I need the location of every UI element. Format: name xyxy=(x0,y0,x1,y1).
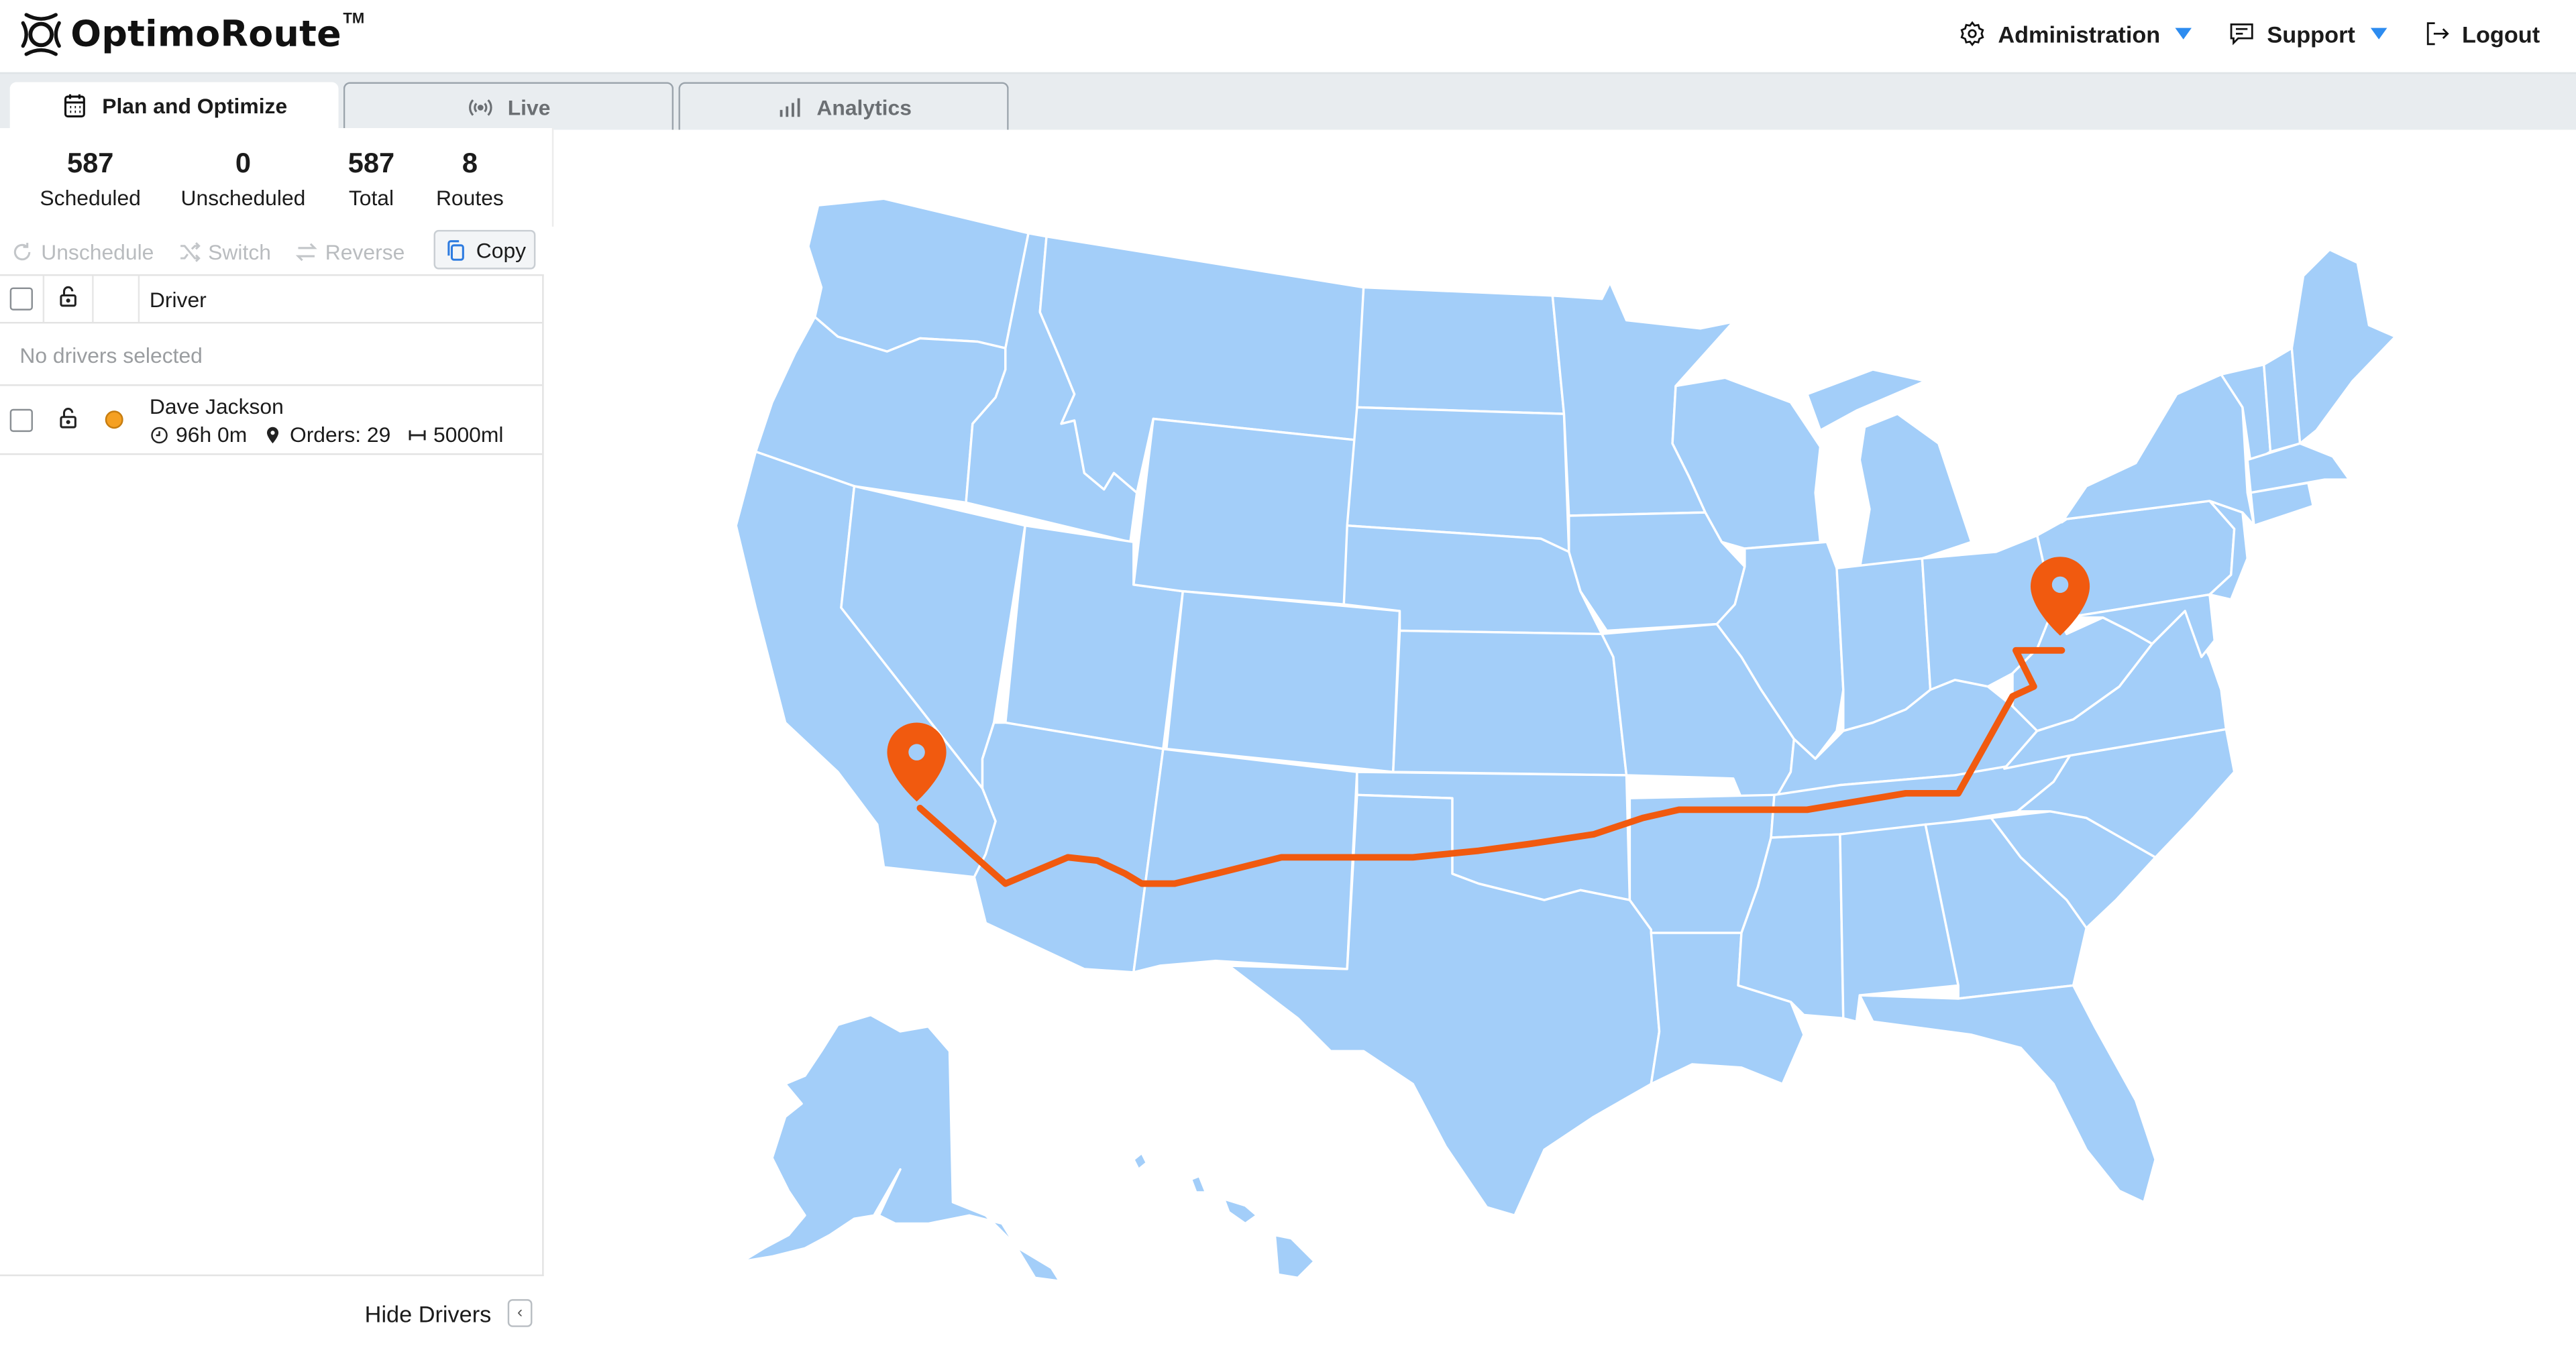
state-new-york[interactable] xyxy=(2060,373,2255,527)
us-map[interactable] xyxy=(0,0,2576,1350)
lake-michigan xyxy=(1820,440,1857,552)
state-florida[interactable] xyxy=(1858,984,2157,1204)
state-north-dakota[interactable] xyxy=(1356,286,1566,415)
pin-center xyxy=(2051,576,2069,594)
state-washington[interactable] xyxy=(807,197,1030,353)
state-hawaii[interactable] xyxy=(1132,1151,1316,1280)
state-wyoming[interactable] xyxy=(1132,417,1358,606)
pin-center xyxy=(908,744,925,761)
state-alaska[interactable] xyxy=(741,1013,1061,1282)
state-kansas[interactable] xyxy=(1392,629,1628,777)
states xyxy=(735,197,2397,1282)
state-maine[interactable] xyxy=(2290,248,2397,445)
state-colorado[interactable] xyxy=(1165,589,1401,773)
state-arizona[interactable] xyxy=(973,721,1165,974)
route-map[interactable] xyxy=(555,128,2576,1350)
